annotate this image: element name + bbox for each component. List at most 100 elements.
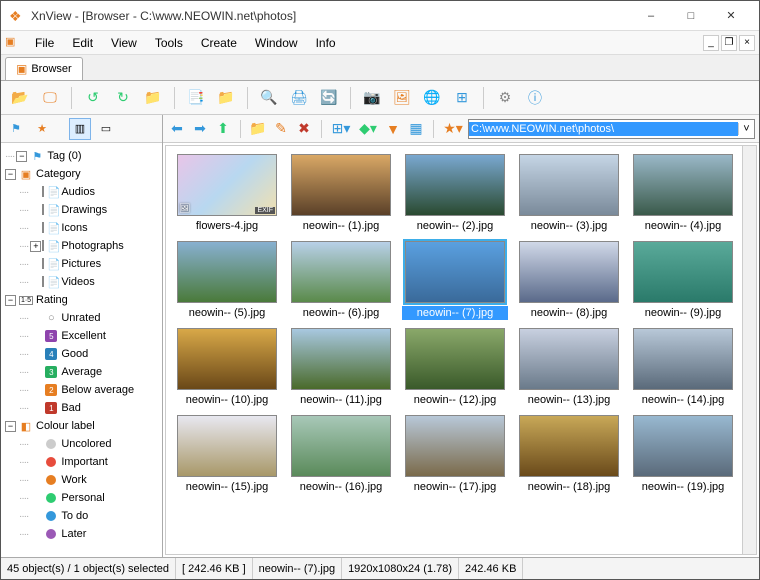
webpage-button[interactable]: 🌐: [419, 85, 445, 111]
thumbnail-item[interactable]: neowin-- (7).jpg: [402, 241, 508, 320]
tree-node[interactable]: ····📄Videos: [3, 273, 160, 291]
capture-button[interactable]: 📷: [359, 85, 385, 111]
fullscreen-button[interactable]: 🖵: [37, 85, 63, 111]
thumbnail-label[interactable]: neowin-- (9).jpg: [630, 306, 736, 320]
thumbnail-label[interactable]: neowin-- (10).jpg: [174, 393, 280, 407]
thumbnail-item[interactable]: neowin-- (6).jpg: [288, 241, 394, 320]
tree-node[interactable]: ····Important: [3, 453, 160, 471]
vertical-scrollbar[interactable]: [742, 146, 756, 554]
tree-node[interactable]: ····3Average: [3, 363, 160, 381]
node-label[interactable]: Pictures: [61, 258, 101, 270]
thumbnail-label[interactable]: neowin-- (11).jpg: [288, 393, 394, 407]
up-button[interactable]: ⬆: [213, 119, 233, 139]
tree-node[interactable]: ····To do: [3, 507, 160, 525]
node-label[interactable]: Important: [61, 456, 107, 468]
thumbnail-image[interactable]: [291, 415, 391, 477]
thumbnail-label[interactable]: neowin-- (2).jpg: [402, 219, 508, 233]
thumbnail-item[interactable]: neowin-- (1).jpg: [288, 154, 394, 233]
menu-edit[interactable]: Edit: [64, 33, 101, 53]
menu-create[interactable]: Create: [193, 33, 245, 53]
thumbnail-label[interactable]: neowin-- (16).jpg: [288, 480, 394, 494]
node-label[interactable]: Category: [36, 168, 81, 180]
thumbnail-image[interactable]: [177, 241, 277, 303]
path-dropdown-icon[interactable]: ˅: [738, 123, 754, 135]
thumbnail-label[interactable]: neowin-- (4).jpg: [630, 219, 736, 233]
favorites-button[interactable]: ⚑: [5, 118, 27, 140]
node-label[interactable]: Personal: [61, 492, 104, 504]
node-label[interactable]: Good: [61, 348, 88, 360]
forward-button[interactable]: ➡: [190, 119, 210, 139]
tree-node[interactable]: −1·5Rating: [3, 291, 160, 309]
thumbnail-item[interactable]: neowin-- (15).jpg: [174, 415, 280, 494]
thumbnail-item[interactable]: neowin-- (8).jpg: [516, 241, 622, 320]
expand-icon[interactable]: −: [5, 295, 16, 306]
tree-node[interactable]: ····4Good: [3, 345, 160, 363]
copy-to-button[interactable]: 📑: [183, 85, 209, 111]
thumbnail-image[interactable]: [291, 328, 391, 390]
maximize-button[interactable]: □: [671, 2, 711, 30]
node-label[interactable]: Below average: [61, 384, 134, 396]
sort-button[interactable]: ◆▾: [356, 119, 380, 139]
node-label[interactable]: Drawings: [61, 204, 107, 216]
node-label[interactable]: Work: [61, 474, 86, 486]
filter-button[interactable]: ▼: [383, 119, 403, 139]
thumbnail-image[interactable]: [177, 328, 277, 390]
tree-view-button[interactable]: ▥: [69, 118, 91, 140]
refresh-button[interactable]: 📁: [140, 85, 166, 111]
thumbnail-item[interactable]: neowin-- (4).jpg: [630, 154, 736, 233]
thumbnail-image[interactable]: [519, 328, 619, 390]
node-label[interactable]: Videos: [61, 276, 94, 288]
thumbnail-image[interactable]: [633, 241, 733, 303]
tree-node[interactable]: ····1Bad: [3, 399, 160, 417]
thumbnail-label[interactable]: neowin-- (17).jpg: [402, 480, 508, 494]
menu-tools[interactable]: Tools: [147, 33, 191, 53]
thumbnail-item[interactable]: neowin-- (11).jpg: [288, 328, 394, 407]
thumbnail-label[interactable]: neowin-- (12).jpg: [402, 393, 508, 407]
thumbnail-image[interactable]: [405, 154, 505, 216]
print-button[interactable]: 🖨: [286, 85, 312, 111]
menu-window[interactable]: Window: [247, 33, 306, 53]
node-label[interactable]: Colour label: [36, 420, 95, 432]
back-button[interactable]: ⬅: [167, 119, 187, 139]
preview-button[interactable]: ▭: [95, 118, 117, 140]
node-label[interactable]: Excellent: [61, 330, 106, 342]
mdi-close[interactable]: ×: [739, 35, 755, 51]
node-label[interactable]: Tag (0): [47, 150, 81, 162]
tree-node[interactable]: ····📄Pictures: [3, 255, 160, 273]
expand-icon[interactable]: −: [5, 169, 16, 180]
rotate-left-button[interactable]: ↺: [80, 85, 106, 111]
delete-button[interactable]: ✖: [294, 119, 314, 139]
node-label[interactable]: Icons: [61, 222, 87, 234]
thumbnail-label[interactable]: neowin-- (1).jpg: [288, 219, 394, 233]
tree-node[interactable]: ····📄Icons: [3, 219, 160, 237]
close-button[interactable]: ✕: [711, 2, 751, 30]
thumbnail-image[interactable]: [633, 328, 733, 390]
move-to-button[interactable]: 📁: [213, 85, 239, 111]
thumbnail-item[interactable]: neowin-- (10).jpg: [174, 328, 280, 407]
thumbnail-item[interactable]: neowin-- (9).jpg: [630, 241, 736, 320]
node-label[interactable]: Rating: [36, 294, 68, 306]
tree-node[interactable]: −◧Colour label: [3, 417, 160, 435]
mdi-minimize[interactable]: _: [703, 35, 719, 51]
tree-node[interactable]: ····Personal: [3, 489, 160, 507]
layout-button[interactable]: ▦: [406, 119, 426, 139]
thumbnail-label[interactable]: neowin-- (13).jpg: [516, 393, 622, 407]
thumbnail-item[interactable]: neowin-- (19).jpg: [630, 415, 736, 494]
thumbnail-image[interactable]: [519, 415, 619, 477]
thumbnail-grid[interactable]: 🖼EXIFflowers-4.jpgneowin-- (1).jpgneowin…: [165, 145, 757, 555]
thumbnail-item[interactable]: neowin-- (5).jpg: [174, 241, 280, 320]
node-label[interactable]: To do: [61, 510, 88, 522]
node-label[interactable]: Average: [61, 366, 102, 378]
thumbnail-item[interactable]: neowin-- (16).jpg: [288, 415, 394, 494]
minimize-button[interactable]: –: [631, 2, 671, 30]
thumbnail-label[interactable]: neowin-- (5).jpg: [174, 306, 280, 320]
mdi-restore[interactable]: ❐: [721, 35, 737, 51]
thumbnail-item[interactable]: neowin-- (13).jpg: [516, 328, 622, 407]
thumbnail-image[interactable]: 🖼EXIF: [177, 154, 277, 216]
search-button[interactable]: 🔍: [256, 85, 282, 111]
node-label[interactable]: Unrated: [61, 312, 100, 324]
expand-icon[interactable]: +: [30, 241, 41, 252]
thumbnail-label[interactable]: neowin-- (7).jpg: [402, 306, 508, 320]
tree-node[interactable]: ····Uncolored: [3, 435, 160, 453]
thumbnail-item[interactable]: neowin-- (18).jpg: [516, 415, 622, 494]
